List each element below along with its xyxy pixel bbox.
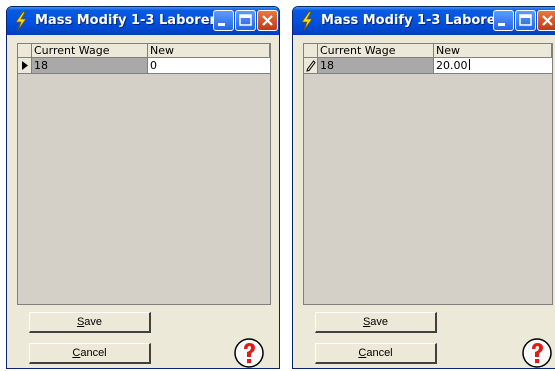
new-wage-cell[interactable]: 0 xyxy=(148,58,270,74)
row-indicator-header xyxy=(18,44,32,58)
app-bolt-icon xyxy=(301,12,313,30)
column-header-new[interactable]: New xyxy=(148,44,270,58)
app-bolt-icon xyxy=(15,12,27,30)
table-row[interactable]: 18 0 xyxy=(18,58,270,74)
current-row-arrow-icon xyxy=(22,61,28,70)
maximize-button[interactable] xyxy=(515,10,536,31)
save-label-rest: ave xyxy=(84,316,103,328)
grid-header-row: Current Wage New xyxy=(18,44,270,58)
wage-grid[interactable]: Current Wage New 18 20.00 xyxy=(303,43,553,305)
mass-modify-window-1: Mass Modify 1-3 Laborer Current Wage New… xyxy=(6,6,280,369)
editing-pencil-icon xyxy=(306,60,316,72)
save-label-rest: ave xyxy=(370,316,389,328)
minimize-button[interactable] xyxy=(493,10,514,31)
new-wage-value: 20.00 xyxy=(436,59,468,72)
row-indicator[interactable] xyxy=(18,58,32,74)
minimize-button[interactable] xyxy=(213,10,234,31)
row-indicator[interactable] xyxy=(304,58,318,74)
close-button[interactable] xyxy=(257,10,278,31)
window-title: Mass Modify 1-3 Laborer xyxy=(321,13,502,28)
help-icon[interactable] xyxy=(521,337,553,369)
maximize-icon xyxy=(239,14,252,26)
column-header-new[interactable]: New xyxy=(434,44,552,58)
save-button[interactable]: Save xyxy=(315,312,437,333)
cancel-label-rest: ancel xyxy=(366,347,393,359)
maximize-icon xyxy=(519,14,532,26)
column-header-current-wage[interactable]: Current Wage xyxy=(32,44,148,58)
close-icon xyxy=(542,15,553,26)
help-icon[interactable] xyxy=(233,337,265,369)
row-indicator-header xyxy=(304,44,318,58)
column-header-current-wage[interactable]: Current Wage xyxy=(318,44,434,58)
cancel-label-rest: ancel xyxy=(80,347,107,359)
close-icon xyxy=(262,15,273,26)
title-bar[interactable]: Mass Modify 1-3 Laborer xyxy=(293,7,555,35)
grid-header-row: Current Wage New xyxy=(304,44,552,58)
current-wage-cell[interactable]: 18 xyxy=(32,58,148,74)
maximize-button[interactable] xyxy=(235,10,256,31)
close-button[interactable] xyxy=(537,10,555,31)
minimize-icon xyxy=(498,23,505,26)
title-bar[interactable]: Mass Modify 1-3 Laborer xyxy=(7,7,279,35)
table-row[interactable]: 18 20.00 xyxy=(304,58,552,74)
save-button[interactable]: Save xyxy=(29,312,151,333)
mass-modify-window-2: Mass Modify 1-3 Laborer Current Wage New… xyxy=(292,6,555,369)
minimize-icon xyxy=(218,23,225,26)
new-wage-cell-editing[interactable]: 20.00 xyxy=(434,58,552,74)
cancel-button[interactable]: Cancel xyxy=(29,343,151,364)
window-title: Mass Modify 1-3 Laborer xyxy=(35,13,216,28)
current-wage-cell[interactable]: 18 xyxy=(318,58,434,74)
wage-grid[interactable]: Current Wage New 18 0 xyxy=(17,43,271,305)
text-caret xyxy=(468,59,470,70)
cancel-button[interactable]: Cancel xyxy=(315,343,437,364)
